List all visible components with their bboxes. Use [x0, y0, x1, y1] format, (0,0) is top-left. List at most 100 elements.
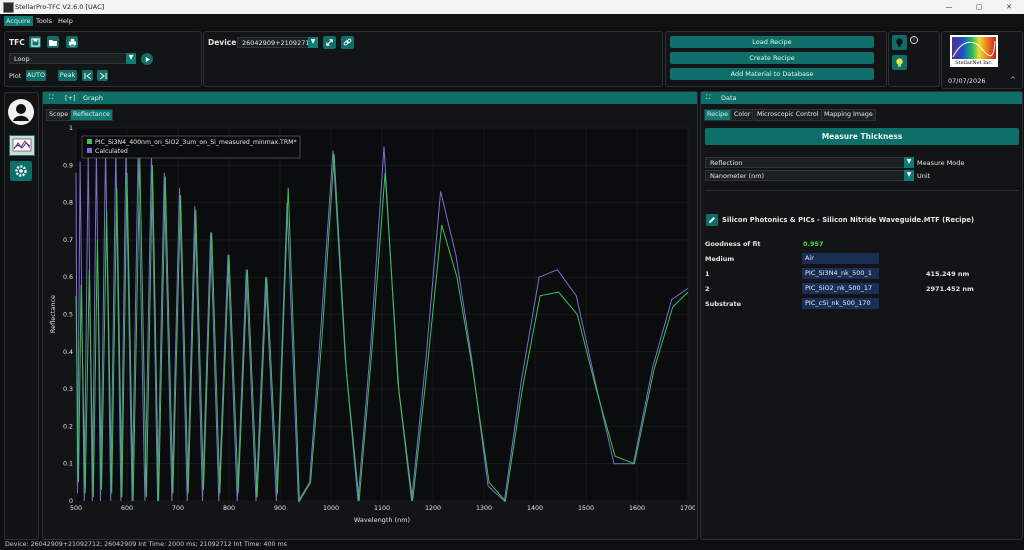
legend: PIC_Si3N4_400nm_on_SiO2_3um_on_Si_measur… [81, 135, 301, 159]
x-tick-label: 1100 [374, 505, 390, 512]
tab-recipe[interactable]: Recipe [704, 109, 732, 121]
window-title: StellarPro-TFC V2.6.0 [UAC] [15, 3, 105, 11]
app-icon [3, 2, 14, 13]
auto-button[interactable]: AUTO [26, 70, 46, 81]
layer-1-material[interactable]: PIC_Si3N4_nk_500_1 [802, 268, 879, 279]
unit-label: Unit [917, 172, 931, 180]
peak-button[interactable]: Peak [58, 70, 77, 81]
x-tick-label: 900 [274, 505, 286, 512]
layer-2-material[interactable]: PIC_SiO2_nk_500_17 [802, 283, 879, 294]
x-tick-label: 1700 [680, 505, 695, 512]
measure-mode-select[interactable]: Reflection [705, 157, 907, 168]
legend-swatch-calculated [87, 148, 92, 153]
create-recipe-button[interactable]: Create Recipe [670, 52, 874, 64]
light-bulb-icon[interactable] [892, 55, 907, 70]
close-button[interactable]: ✕ [994, 0, 1024, 14]
data-header: ⛶ Data [701, 92, 1022, 104]
y-tick-label: 0.5 [63, 312, 73, 319]
layer-1-thickness: 415.249 nm [926, 270, 970, 278]
measure-mode-value: Reflection [710, 159, 743, 167]
maximize-button[interactable]: ▢ [964, 0, 994, 14]
print-icon[interactable] [66, 36, 78, 48]
link-icon[interactable] [341, 36, 354, 49]
open-folder-icon[interactable] [47, 36, 59, 48]
y-tick-label: 0.3 [63, 386, 73, 393]
logo-text: StellarNet Inc. [955, 60, 993, 66]
tfc-label: TFC [9, 38, 25, 47]
edit-pencil-icon[interactable] [706, 214, 718, 226]
device-select[interactable]: 26042909+21092712 [237, 37, 314, 48]
tab-microscopic-control[interactable]: Microscopic Control [754, 109, 822, 121]
divider [705, 190, 1019, 191]
x-tick-label: 1300 [476, 505, 492, 512]
load-recipe-button[interactable]: Load Recipe [670, 36, 874, 48]
recipe-title: Silicon Photonics & PICs - Silicon Nitri… [722, 216, 975, 224]
graph-title: Graph [83, 94, 103, 102]
x-tick-label: 1600 [629, 505, 645, 512]
chevron-down-icon[interactable]: ▼ [126, 53, 136, 64]
tab-color[interactable]: Color [731, 109, 754, 121]
y-tick-label: 0.7 [63, 237, 73, 244]
chevron-down-icon[interactable]: ▼ [308, 37, 318, 48]
light-panel: i [888, 31, 940, 87]
settings-gear-icon[interactable] [10, 161, 32, 181]
x-tick-label: 800 [223, 505, 235, 512]
layer-2-thickness: 2971.452 nm [926, 285, 974, 293]
expand-icon[interactable]: ⛶ [49, 94, 53, 102]
data-panel: ⛶ Data Recipe Color Microscopic Control … [700, 91, 1023, 540]
graph-toggle[interactable]: [+] [65, 94, 76, 102]
goodness-of-fit-value: 0.957 [803, 240, 824, 248]
y-tick-label: 0.8 [63, 200, 73, 207]
play-icon[interactable] [141, 53, 153, 65]
device-value: 26042909+21092712 [242, 39, 314, 47]
substrate-value[interactable]: PIC_cSi_nk_500_170 [802, 298, 879, 309]
expand-icon[interactable]: ⛶ [706, 94, 710, 102]
menu-tools[interactable]: Tools [34, 16, 54, 26]
stellarnet-logo: StellarNet Inc. [950, 35, 998, 67]
x-axis-label: Wavelength (nm) [354, 516, 410, 524]
tab-scope[interactable]: Scope [46, 109, 72, 121]
y-tick-label: 0.9 [63, 162, 73, 169]
add-material-button[interactable]: Add Material to Database [670, 68, 874, 80]
tab-reflectance[interactable]: Reflectance [70, 109, 113, 121]
unit-select[interactable]: Nanometer (nm) [705, 170, 907, 181]
x-tick-label: 1400 [527, 505, 543, 512]
device-connect-icon[interactable] [323, 36, 336, 49]
measure-thickness-button[interactable]: Measure Thickness [705, 128, 1019, 145]
graph-view-icon[interactable] [9, 135, 35, 156]
peak-next-icon[interactable] [97, 70, 108, 81]
legend-swatch-measured [87, 139, 92, 144]
status-bar: Device: 26042909+21092712; 26042909 Int … [0, 540, 1024, 550]
x-tick-label: 1200 [425, 505, 441, 512]
save-icon[interactable] [29, 36, 41, 48]
lamp-icon[interactable] [892, 35, 907, 50]
graph-panel: ⛶ [+] Graph Scope Reflectance 500 600 700 8… [42, 91, 698, 540]
y-tick-label: 0.6 [63, 274, 73, 281]
medium-value[interactable]: Air [802, 253, 879, 264]
substrate-label: Substrate [705, 300, 742, 308]
tfc-panel: TFC Loop ▼ Plot AUTO Peak [4, 31, 202, 87]
measure-mode-label: Measure Mode [917, 159, 965, 167]
peak-prev-icon[interactable] [82, 70, 93, 81]
minimize-button[interactable]: — [934, 0, 964, 14]
collapse-chevron-icon[interactable]: ^ [1010, 76, 1016, 84]
layer-1-index: 1 [705, 270, 710, 278]
y-tick-label: 0.2 [63, 423, 73, 430]
reflectance-chart[interactable]: 500 600 700 800 900 1000 1100 1200 1300 1400 1500 1… [43, 122, 695, 536]
graph-header: ⛶ [+] Graph [43, 92, 697, 104]
chevron-down-icon[interactable]: ▼ [904, 157, 914, 168]
unit-value: Nanometer (nm) [710, 172, 765, 180]
legend-label-measured: PIC_Si3N4_400nm_on_SiO2_3um_on_Si_measur… [95, 139, 297, 146]
info-icon[interactable]: i [910, 36, 918, 44]
tfc-mode-select[interactable]: Loop [9, 53, 129, 64]
menu-acquire[interactable]: Acquire [4, 16, 33, 26]
layer-2-index: 2 [705, 285, 710, 293]
user-avatar-icon[interactable] [8, 99, 34, 125]
menu-help[interactable]: Help [56, 16, 75, 26]
goodness-of-fit-label: Goodness of fit [705, 240, 761, 248]
tab-mapping-image[interactable]: Mapping Image [821, 109, 876, 121]
chevron-down-icon[interactable]: ▼ [904, 170, 914, 181]
y-axis-label: Reflectance [49, 295, 57, 333]
y-tick-label: 1 [69, 125, 73, 132]
status-text: Device: 26042909+21092712; 26042909 Int … [5, 541, 287, 548]
